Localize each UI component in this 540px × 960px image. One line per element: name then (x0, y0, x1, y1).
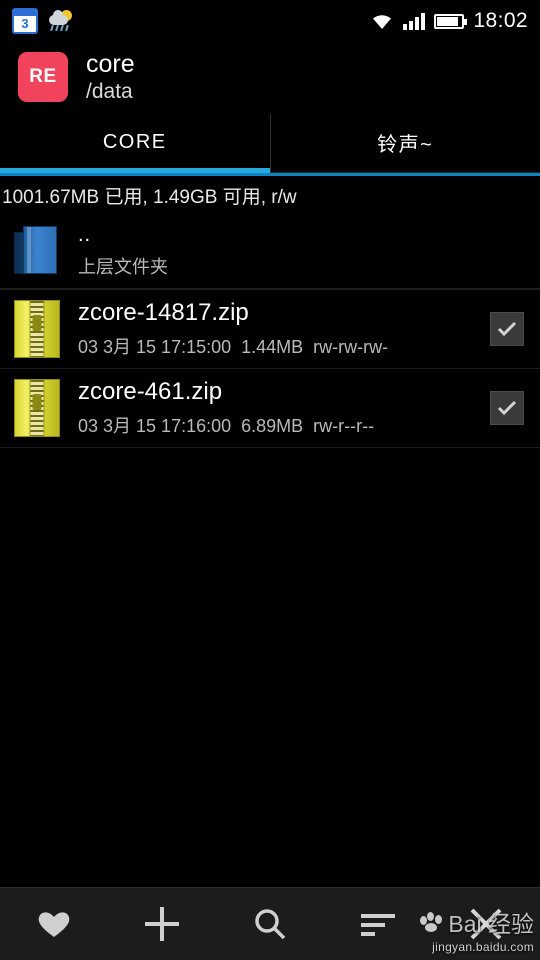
zip-pull-tab (32, 314, 42, 331)
file-name: zcore-14817.zip (78, 298, 249, 326)
battery-icon (434, 13, 468, 29)
app-header-titles: core /data (86, 50, 135, 104)
file-date: 03 3月 15 17:15:00 (78, 336, 232, 357)
weather-rain-part (50, 24, 69, 32)
zip-pull-tab (32, 393, 42, 410)
file-icon-wrapper (8, 226, 66, 276)
folder-up-icon (14, 226, 60, 276)
plus-icon (145, 907, 179, 941)
app-header: RE core /data (0, 42, 540, 114)
tab-ringtone-label: 铃声~ (377, 134, 434, 157)
list-item[interactable]: .. 上层文件夹 (0, 215, 540, 289)
sort-lines-icon (361, 914, 395, 936)
status-bar-clock: 18:02 (473, 9, 528, 32)
folder-front-part (23, 226, 57, 275)
storage-info: 1001.67MB 已用, 1.49GB 可用, r/w (0, 175, 540, 215)
file-meta: zcore-14817.zip 03 3月 15 17:15:00 1.44MB r… (66, 299, 490, 359)
file-icon-wrapper (8, 378, 66, 437)
calendar-icon: 3 (12, 8, 38, 34)
cellular-signal-icon (403, 12, 426, 30)
bottom-toolbar[interactable] (0, 887, 540, 960)
heart-icon (38, 912, 70, 937)
app-icon: RE (18, 51, 68, 102)
file-select-checkbox[interactable] (490, 390, 524, 425)
weather-partly-cloudy-rain-icon (48, 9, 76, 33)
search-button[interactable] (216, 888, 324, 960)
file-details: 03 3月 15 17:15:00 1.44MB rw-rw-rw- (78, 333, 490, 359)
status-bar: 3 18:02 (0, 0, 540, 42)
file-size: 6.89MB (241, 415, 304, 436)
tab-ringtone[interactable]: 铃声~ (271, 114, 540, 172)
file-select-checkbox[interactable] (490, 311, 524, 346)
file-size: 1.44MB (241, 336, 304, 357)
zip-file-icon (14, 378, 60, 437)
close-x-icon (470, 908, 502, 940)
tab-bar[interactable]: CORE 铃声~ (0, 113, 540, 173)
file-meta: .. 上层文件夹 (66, 224, 530, 279)
checkmark-icon (497, 400, 517, 415)
checkmark-icon (497, 321, 517, 336)
weather-cloud-part (49, 10, 68, 25)
list-item[interactable]: zcore-14817.zip 03 3月 15 17:15:00 1.44MB r… (0, 288, 540, 369)
file-list[interactable]: .. 上层文件夹 zcore-14817.zip 03 3月 15 17:15:… (0, 214, 540, 448)
add-button[interactable] (108, 888, 216, 960)
file-date: 03 3月 15 17:16:00 (78, 415, 232, 436)
favorites-button[interactable] (0, 888, 108, 960)
battery-level-fill (437, 16, 459, 26)
zip-file-icon (14, 299, 60, 358)
file-permissions: rw-rw-rw- (313, 336, 389, 357)
file-meta: zcore-461.zip 03 3月 15 17:16:00 6.89MB rw-… (66, 378, 490, 438)
status-bar-left: 3 (12, 8, 76, 34)
file-permissions: rw-r--r-- (313, 415, 375, 436)
search-icon (255, 909, 286, 940)
list-item[interactable]: zcore-461.zip 03 3月 15 17:16:00 6.89MB rw-… (0, 369, 540, 448)
wifi-icon (370, 12, 394, 30)
file-icon-wrapper (8, 299, 66, 358)
sort-button[interactable] (324, 888, 432, 960)
file-details: 上层文件夹 (78, 256, 168, 277)
page-title: core (86, 50, 135, 78)
status-bar-right: 18:02 (370, 9, 528, 33)
file-name: zcore-461.zip (78, 377, 223, 405)
calendar-day-number: 3 (21, 16, 29, 31)
file-name: .. (78, 223, 92, 246)
tab-core-label: CORE (102, 131, 167, 154)
file-details: 03 3月 15 17:16:00 6.89MB rw-r--r-- (78, 412, 490, 438)
current-path: /data (86, 80, 133, 103)
close-button[interactable] (432, 888, 540, 960)
tab-core[interactable]: CORE (0, 113, 271, 173)
